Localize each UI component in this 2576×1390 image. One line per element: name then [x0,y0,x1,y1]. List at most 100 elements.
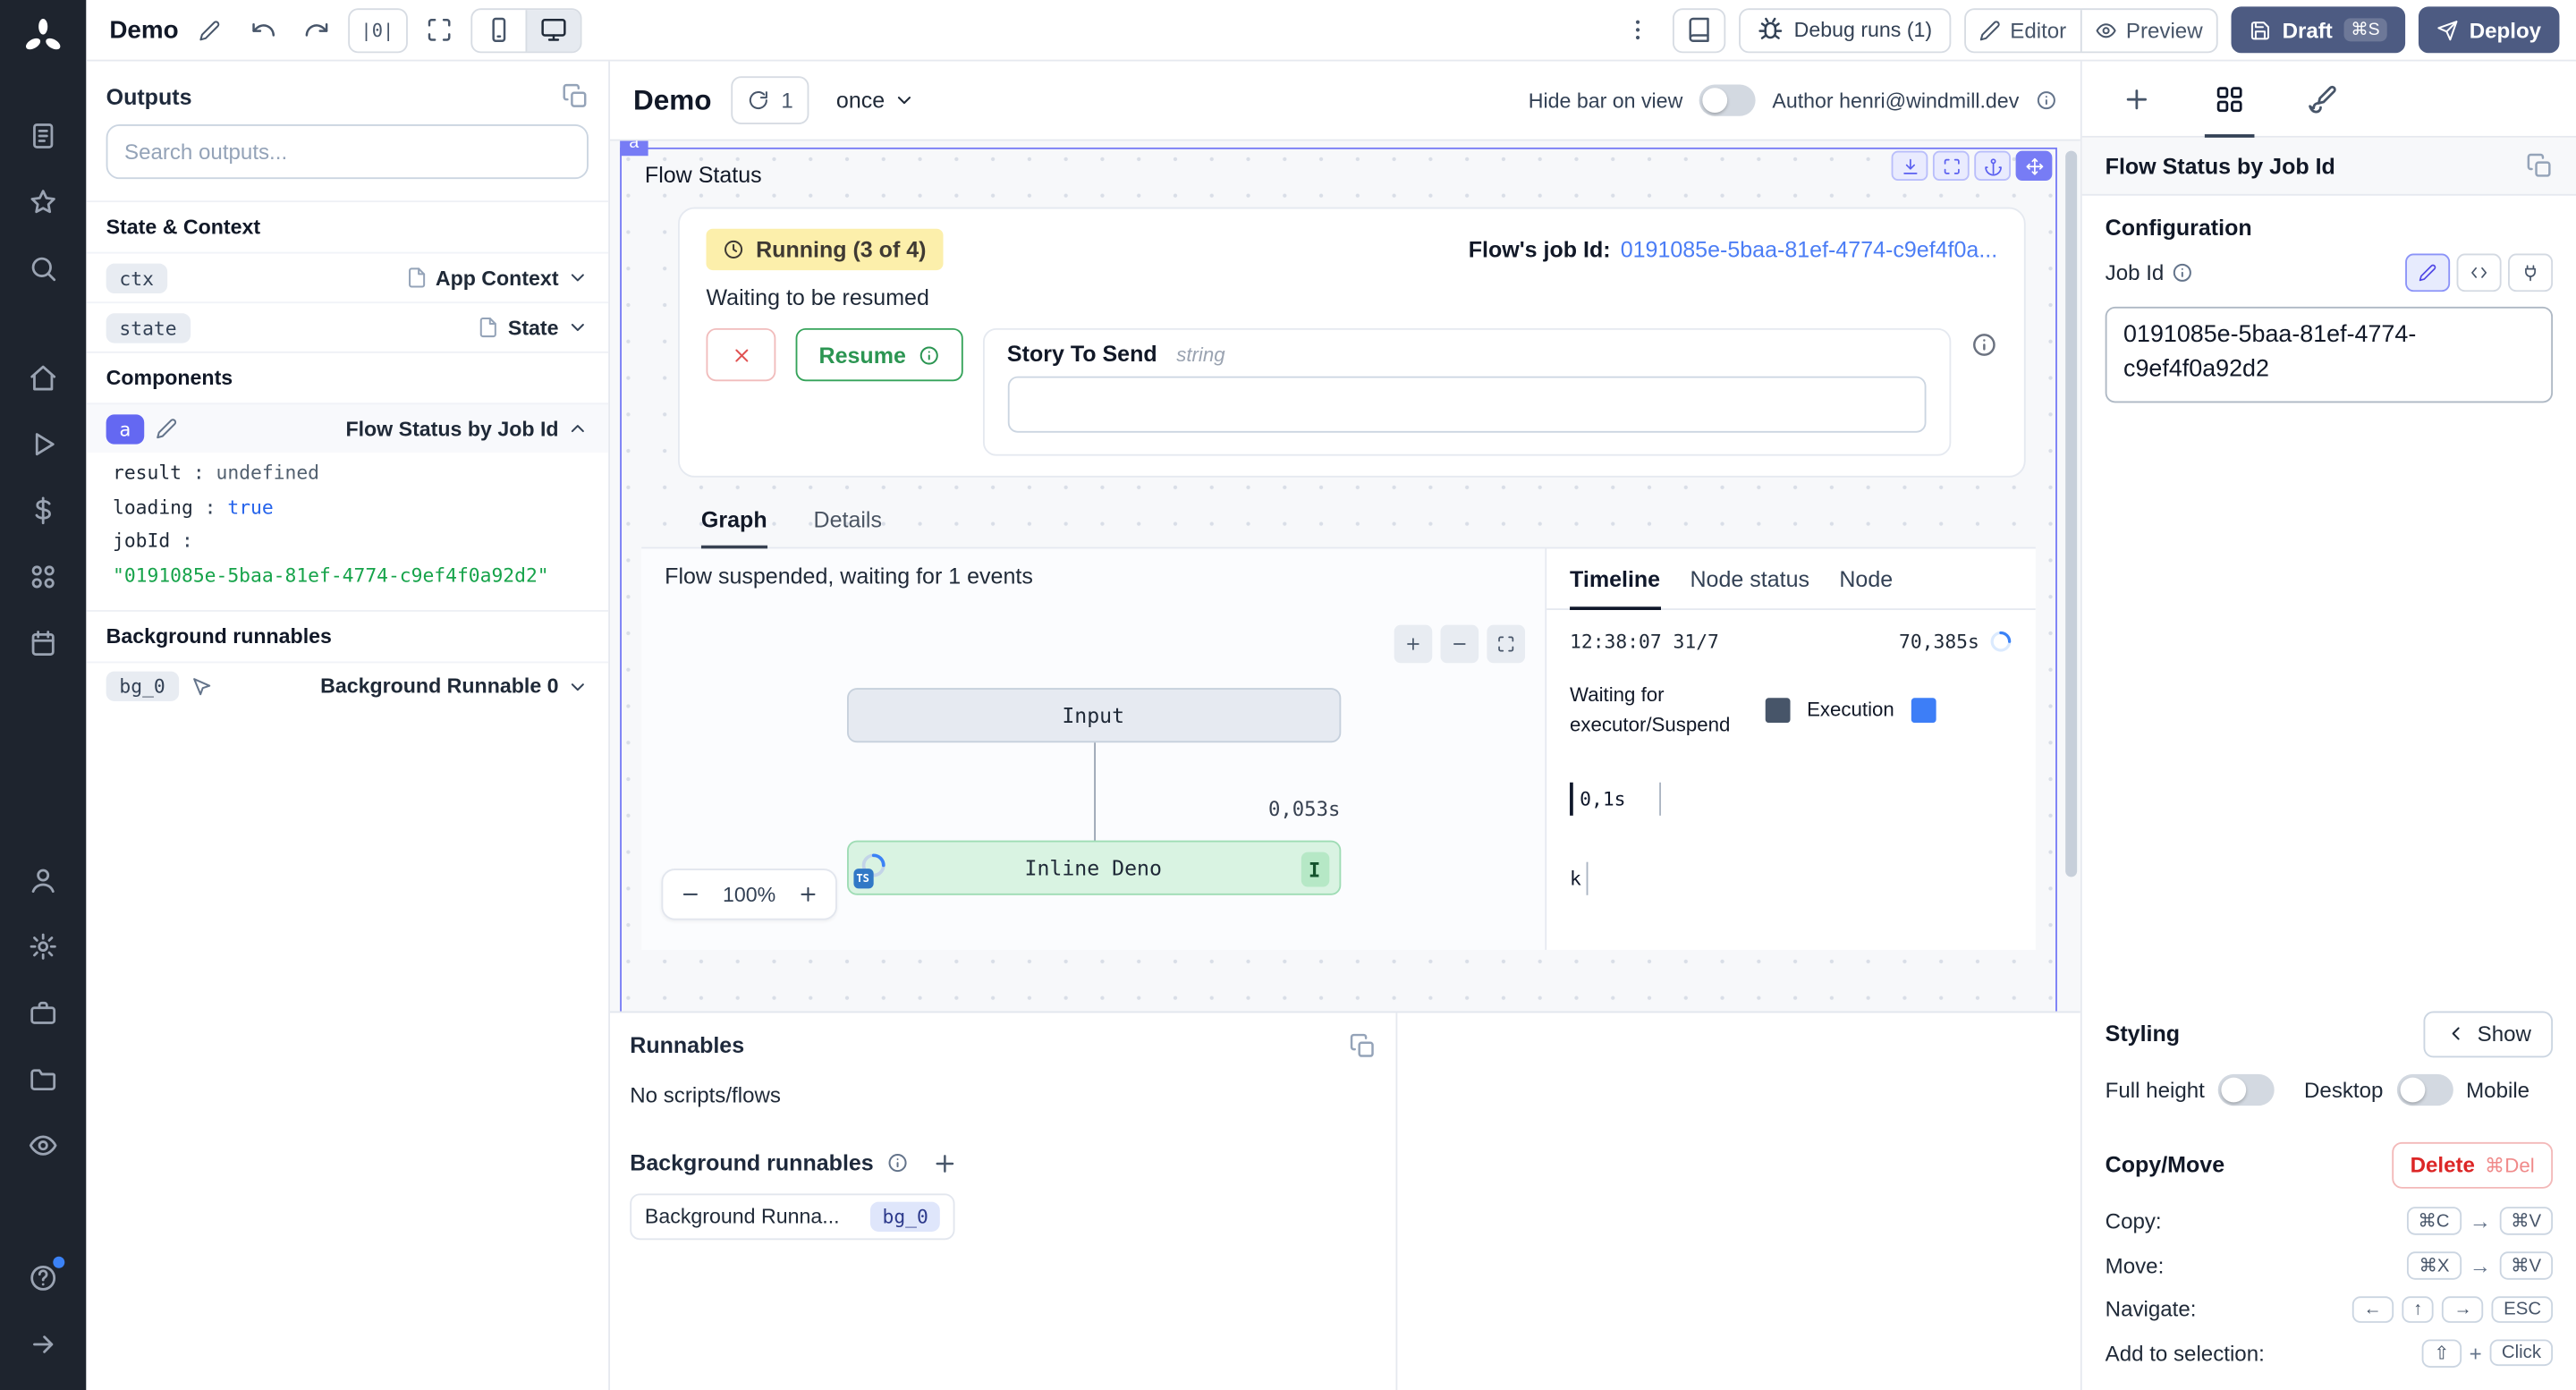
sidebar-collapse-button[interactable] [0,1310,86,1377]
refresh-control[interactable]: 1 [732,76,810,124]
state-label: State [508,316,559,339]
minus-icon[interactable] [680,884,701,905]
copy-icon[interactable] [562,83,589,110]
plus-icon [2122,84,2151,114]
node-inline-label: Inline Deno [1025,855,1162,880]
info-icon[interactable] [2173,262,2194,284]
background-runnable-item[interactable]: Background Runna... bg_0 [630,1192,954,1239]
legend-execution-label: Execution [1807,698,1894,721]
debug-runs-button[interactable]: Debug runs (1) [1739,7,1950,52]
theme-tab[interactable] [2308,62,2337,136]
search-outputs-input[interactable] [106,124,589,179]
preview-tab[interactable]: Preview [2080,9,2216,50]
add-runnable-button[interactable] [932,1149,959,1176]
runnables-title: Runnables [630,1033,744,1058]
show-styling-button[interactable]: Show [2424,1011,2553,1057]
more-menu-button[interactable] [1616,8,1659,51]
kbd-right: → [2443,1295,2484,1322]
sidebar-item-favorites[interactable] [0,169,86,235]
graph-node-inline-deno[interactable]: TS Inline Deno I [846,841,1340,895]
delete-component-button[interactable]: Delete ⌘Del [2392,1141,2553,1188]
prop-jobid-value[interactable]: "0191085e-5baa-81ef-4774-c9ef4f0a92d2" [113,559,589,593]
sidebar-item-settings[interactable] [0,912,86,979]
pencil-icon[interactable] [156,418,177,439]
resume-button[interactable]: Resume [796,328,962,381]
kbd-paste: ⌘V [2499,1206,2553,1234]
app-canvas[interactable]: a Flow Status [610,141,2080,1011]
graph-fullscreen-button[interactable] [1487,625,1525,664]
info-icon[interactable] [2036,89,2057,111]
insert-component-tab[interactable] [2122,62,2151,136]
scale-indicator-button[interactable]: |0| [348,7,407,52]
tab-graph[interactable]: Graph [701,507,767,548]
settings-component-tab[interactable] [2215,62,2244,136]
cancel-flow-button[interactable] [706,328,775,381]
state-row[interactable]: state State [86,301,608,352]
chevron-down-icon [567,676,589,698]
job-id-value-input[interactable]: 0191085e-5baa-81ef-4774-c9ef4f0a92d2 [2106,307,2553,403]
sidebar-item-runs[interactable] [0,411,86,478]
prop-jobid[interactable]: jobId : [113,524,589,558]
plus-icon[interactable] [797,884,818,905]
story-to-send-input[interactable] [1007,377,1927,433]
editor-tab[interactable]: Editor [1965,9,2080,50]
prop-result[interactable]: result : undefined [113,456,589,490]
mobile-view-button[interactable] [471,9,524,50]
info-icon[interactable] [887,1152,909,1174]
tab-timeline[interactable]: Timeline [1570,567,1660,610]
ctx-row[interactable]: ctx App Context [86,252,608,302]
job-id-link[interactable]: 0191085e-5baa-81ef-4774-c9ef4f0a... [1621,237,1998,262]
draft-button[interactable]: Draft ⌘S [2231,6,2404,53]
desktop-mobile-toggle[interactable] [2396,1073,2453,1105]
sidebar-item-help[interactable] [0,1244,86,1310]
sidebar-item-schedules[interactable] [0,610,86,676]
copy-icon[interactable] [1350,1032,1377,1059]
full-height-toggle[interactable] [2218,1073,2275,1105]
rename-app-button[interactable] [189,8,232,51]
scroll-into-view-button[interactable] [1892,151,1928,181]
sidebar-item-folders[interactable] [0,1045,86,1111]
tab-node-status[interactable]: Node status [1690,567,1809,608]
topbar: Demo |0| Debug runs (1) E [86,0,2576,62]
expr-input-button[interactable] [2457,254,2502,292]
anchor-component-button[interactable] [1974,151,2011,181]
fit-view-button[interactable] [417,8,460,51]
hide-bar-toggle[interactable] [1699,85,1756,116]
docs-button[interactable] [1673,7,1725,52]
component-a-row[interactable]: a Flow Status by Job Id [86,403,608,453]
info-icon[interactable] [1971,332,1998,359]
copy-icon[interactable] [2526,153,2553,180]
flow-status-component[interactable]: a Flow Status [620,148,2057,1011]
sidebar-item-workers[interactable] [0,979,86,1045]
desktop-view-button[interactable] [525,9,580,50]
expand-component-button[interactable] [1933,151,1970,181]
typescript-badge: TS [853,869,873,888]
graph-node-input[interactable]: Input [846,688,1340,742]
static-input-button[interactable] [2405,254,2450,292]
sidebar-item-resources[interactable] [0,544,86,610]
connect-input-button[interactable] [2508,254,2553,292]
bg-runnable-row[interactable]: bg_0 Background Runnable 0 [86,661,608,711]
move-component-handle[interactable] [2016,151,2053,181]
sidebar-item-home[interactable] [0,344,86,411]
prop-loading[interactable]: loading : true [113,490,589,524]
delete-shortcut: ⌘Del [2485,1153,2535,1176]
sidebar-item-clipboard[interactable] [0,103,86,169]
graph-zoom-out-button[interactable] [1441,625,1479,664]
sidebar-item-search[interactable] [0,235,86,301]
sidebar-item-audit-logs[interactable] [0,1112,86,1178]
canvas-scrollbar[interactable] [2065,151,2077,877]
node-input-label: Input [1062,703,1124,728]
tab-node[interactable]: Node [1839,567,1893,608]
pencil-icon [2419,264,2436,282]
undo-button[interactable] [242,8,284,51]
sidebar-item-user[interactable] [0,846,86,912]
sidebar-item-variables[interactable] [0,478,86,544]
windmill-logo-icon[interactable] [21,17,64,60]
graph-zoom-in-button[interactable] [1394,625,1433,664]
deploy-button[interactable]: Deploy [2418,6,2559,53]
redo-button[interactable] [294,8,337,51]
flow-graph[interactable]: Flow suspended, waiting for 1 events Inp… [641,548,1545,949]
tab-details[interactable]: Details [814,507,882,547]
schedule-select[interactable]: once [830,88,921,113]
